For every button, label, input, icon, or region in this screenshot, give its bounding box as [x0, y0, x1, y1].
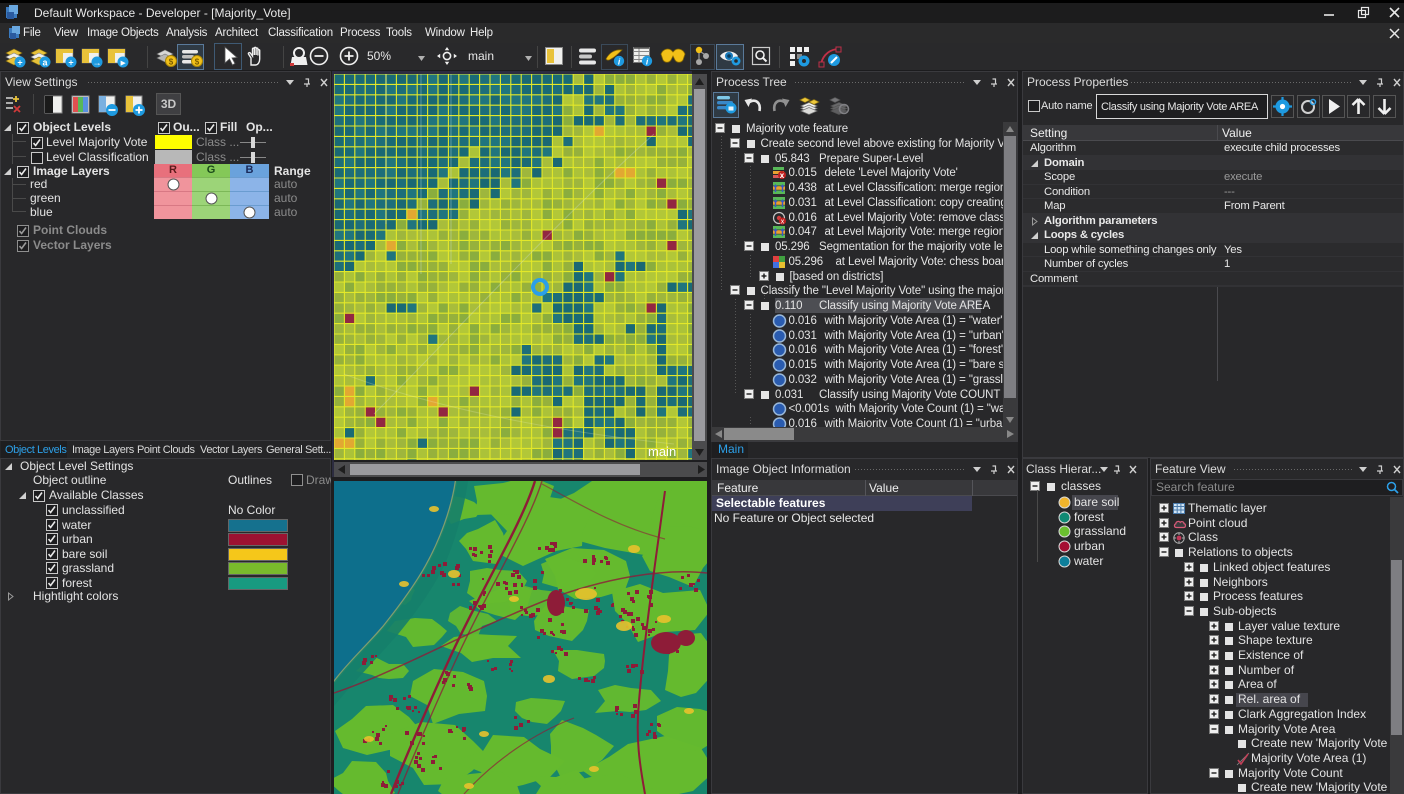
svg-text:$: $	[195, 58, 200, 67]
svg-text:x: x	[779, 171, 784, 180]
svg-text:+: +	[17, 58, 22, 68]
svg-text:x: x	[780, 218, 784, 225]
svg-text:+: +	[68, 58, 73, 68]
svg-text:▸: ▸	[120, 58, 126, 68]
svg-text:$: $	[169, 58, 174, 67]
svg-text:→: →	[93, 58, 102, 68]
